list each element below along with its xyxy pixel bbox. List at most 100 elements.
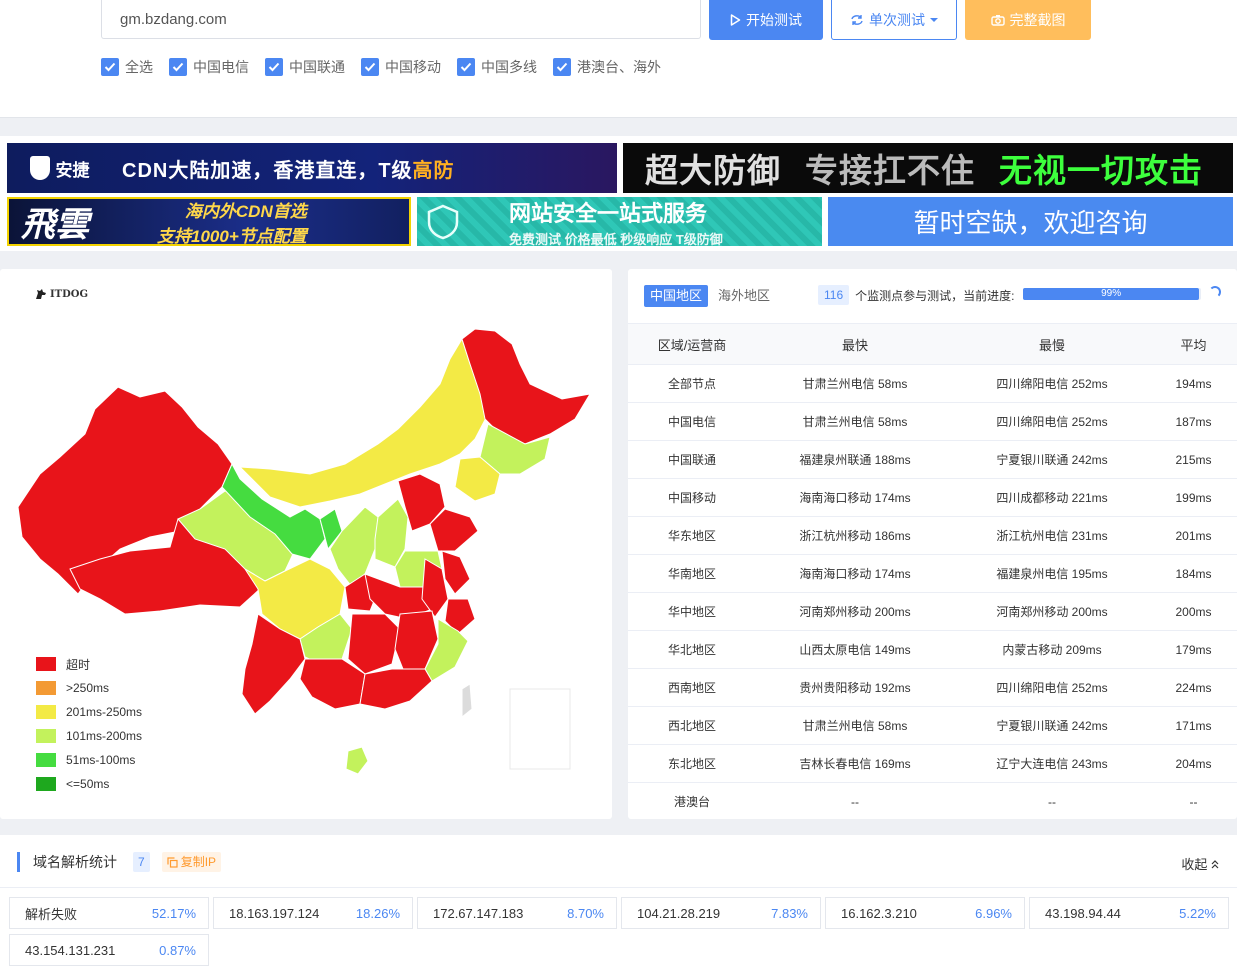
feiyun-logo-text: 飛雲 — [21, 205, 89, 245]
legend-swatch — [36, 705, 56, 719]
start-test-button[interactable]: 开始测试 — [709, 0, 823, 40]
cell-slowest: 浙江杭州电信 231ms — [954, 516, 1150, 555]
checkbox-label: 中国电信 — [193, 59, 249, 75]
cell-average: 199ms — [1150, 478, 1237, 517]
checkbox-hk-macau-taiwan-overseas[interactable]: 港澳台、海外 — [553, 57, 661, 77]
tab-overseas-region[interactable]: 海外地区 — [712, 285, 776, 307]
header-region: 区域/运营商 — [628, 323, 756, 365]
divider — [0, 887, 1237, 888]
ip-entry[interactable]: 16.162.3.210 6.96% — [825, 897, 1025, 929]
anjie-logo: 安捷 — [7, 143, 112, 193]
ad-banner-feiyun[interactable]: 飛雲 海内外CDN首选 支持1000+节点配置 — [7, 197, 411, 246]
cell-region: 东北地区 — [628, 744, 756, 783]
cell-region: 华中地区 — [628, 592, 756, 631]
full-screenshot-label: 完整截图 — [1009, 12, 1066, 28]
ip-entry[interactable]: 18.163.197.124 18.26% — [213, 897, 413, 929]
cell-average: 184ms — [1150, 554, 1237, 593]
cell-fastest: 山西太原电信 149ms — [756, 630, 954, 669]
ip-address: 16.162.3.210 — [841, 905, 917, 921]
ad-banner-anjie[interactable]: 安捷 CDN大陆加速，香港直连，T级高防 — [7, 143, 617, 193]
cell-region: 华东地区 — [628, 516, 756, 555]
checkbox-label: 中国联通 — [289, 59, 345, 75]
collapse-toggle[interactable]: 收起 — [1181, 854, 1219, 873]
cell-slowest: 四川绵阳电信 252ms — [954, 402, 1150, 441]
ip-address: 解析失败 — [25, 906, 78, 922]
region-stats-panel: 中国地区 海外地区 116 个监测点参与测试，当前进度: 99% 区域/运营商 … — [628, 269, 1237, 819]
map-region-inner-mongolia — [238, 337, 489, 508]
ad-banner-security[interactable]: 网站安全一站式服务 免费测试 价格最低 秒级响应 T级防御 — [417, 197, 822, 246]
single-test-label: 单次测试 — [869, 11, 925, 28]
cell-slowest: 四川绵阳电信 252ms — [954, 668, 1150, 707]
latency-map-panel: ITDOG 超时 >250ms 201ms-250ms 101ms-200ms … — [0, 269, 612, 819]
cell-average: -- — [1150, 782, 1237, 819]
table-row: 全部节点 甘肃兰州电信 58ms 四川绵阳电信 252ms 194ms — [628, 364, 1237, 403]
checkbox-china-mobile[interactable]: 中国移动 — [361, 57, 441, 77]
table-row: 华南地区 海南海口移动 174ms 福建泉州电信 195ms 184ms — [628, 554, 1237, 593]
tab-china-region[interactable]: 中国地区 — [644, 285, 709, 307]
cell-region: 港澳台 — [628, 782, 756, 819]
ad2-text-1: 超大防御 — [645, 152, 781, 189]
cell-region: 中国电信 — [628, 402, 756, 441]
legend-item: >250ms — [36, 676, 142, 700]
checkbox-label: 中国多线 — [481, 59, 537, 75]
ad5-text: 暂时空缺，欢迎咨询 — [913, 208, 1148, 238]
ip-entry[interactable]: 43.198.94.44 5.22% — [1029, 897, 1229, 929]
single-test-dropdown[interactable]: 单次测试 — [831, 0, 957, 40]
header-slowest: 最慢 — [954, 323, 1150, 365]
legend-swatch — [36, 729, 56, 743]
cell-region: 中国移动 — [628, 478, 756, 517]
checkbox-checked-icon — [169, 58, 187, 76]
cell-region: 西北地区 — [628, 706, 756, 745]
shield-icon — [29, 156, 50, 180]
ip-entry[interactable]: 43.154.131.231 0.87% — [9, 934, 209, 966]
table-row: 东北地区 吉林长春电信 169ms 辽宁大连电信 243ms 204ms — [628, 744, 1237, 783]
legend-swatch — [36, 657, 56, 671]
checkbox-china-multiline[interactable]: 中国多线 — [457, 57, 537, 77]
full-screenshot-button[interactable]: 完整截图 — [965, 0, 1091, 40]
ip-entry[interactable]: 104.21.28.219 7.83% — [621, 897, 821, 929]
checkbox-select-all[interactable]: 全选 — [101, 57, 153, 77]
checkbox-label: 中国移动 — [385, 59, 441, 75]
legend-label: 超时 — [66, 657, 91, 672]
checkbox-china-unicom[interactable]: 中国联通 — [265, 57, 345, 77]
header-average: 平均 — [1150, 323, 1237, 365]
ad2-text-3: 无视一切攻击 — [999, 152, 1203, 189]
ad-banner-defense[interactable]: 超大防御 专接扛不住 无视一切攻击 — [623, 143, 1233, 193]
ip-entry[interactable]: 172.67.147.183 8.70% — [417, 897, 617, 929]
cell-fastest: 甘肃兰州电信 58ms — [756, 364, 954, 403]
ip-address: 18.163.197.124 — [229, 905, 320, 921]
carrier-filter-group: 全选 中国电信 中国联通 中国移动 中国多线 港澳台、海外 — [101, 57, 677, 77]
table-row: 华北地区 山西太原电信 149ms 内蒙古移动 209ms 179ms — [628, 630, 1237, 669]
checkbox-china-telecom[interactable]: 中国电信 — [169, 57, 249, 77]
ip-percentage: 0.87% — [159, 942, 196, 958]
cell-fastest: 贵州贵阳移动 192ms — [756, 668, 954, 707]
test-control-panel: 开始测试 单次测试 完整截图 全选 中国电信 中国联通 中国移动 中国多线 港澳… — [0, 0, 1237, 118]
copy-ip-button[interactable]: 复制IP — [161, 852, 222, 872]
ad1-text-main: CDN大陆加速，香港直连，T级 — [122, 159, 413, 182]
ad1-text: CDN大陆加速，香港直连，T级高防 — [122, 154, 455, 183]
dns-title: 域名解析统计 — [33, 854, 117, 870]
legend-label: 201ms-250ms — [66, 705, 143, 719]
cell-fastest: -- — [756, 782, 954, 819]
domain-input[interactable] — [101, 0, 701, 39]
map-region-hunan — [347, 613, 401, 675]
ip-percentage: 8.70% — [567, 905, 604, 921]
cell-fastest: 浙江杭州移动 186ms — [756, 516, 954, 555]
cell-slowest: 辽宁大连电信 243ms — [954, 744, 1150, 783]
node-count-info: 116 个监测点参与测试，当前进度: — [818, 285, 1014, 305]
section-accent-bar — [17, 852, 20, 872]
dns-header: 域名解析统计 7 复制IP — [17, 852, 222, 872]
checkbox-label: 全选 — [125, 59, 153, 75]
cell-average: 201ms — [1150, 516, 1237, 555]
legend-swatch — [36, 753, 56, 767]
play-icon — [730, 14, 741, 26]
legend-item: 超时 — [36, 652, 142, 676]
table-row: 华中地区 河南郑州移动 200ms 河南郑州移动 200ms 200ms — [628, 592, 1237, 631]
ip-entry[interactable]: 解析失败 52.17% — [9, 897, 209, 929]
legend-item: 101ms-200ms — [36, 724, 142, 748]
cell-average: 215ms — [1150, 440, 1237, 479]
ad-banner-vacant[interactable]: 暂时空缺，欢迎咨询 — [828, 197, 1233, 246]
checkbox-checked-icon — [553, 58, 571, 76]
ad1-text-accent: 高防 — [412, 159, 455, 182]
legend-swatch — [36, 681, 56, 695]
